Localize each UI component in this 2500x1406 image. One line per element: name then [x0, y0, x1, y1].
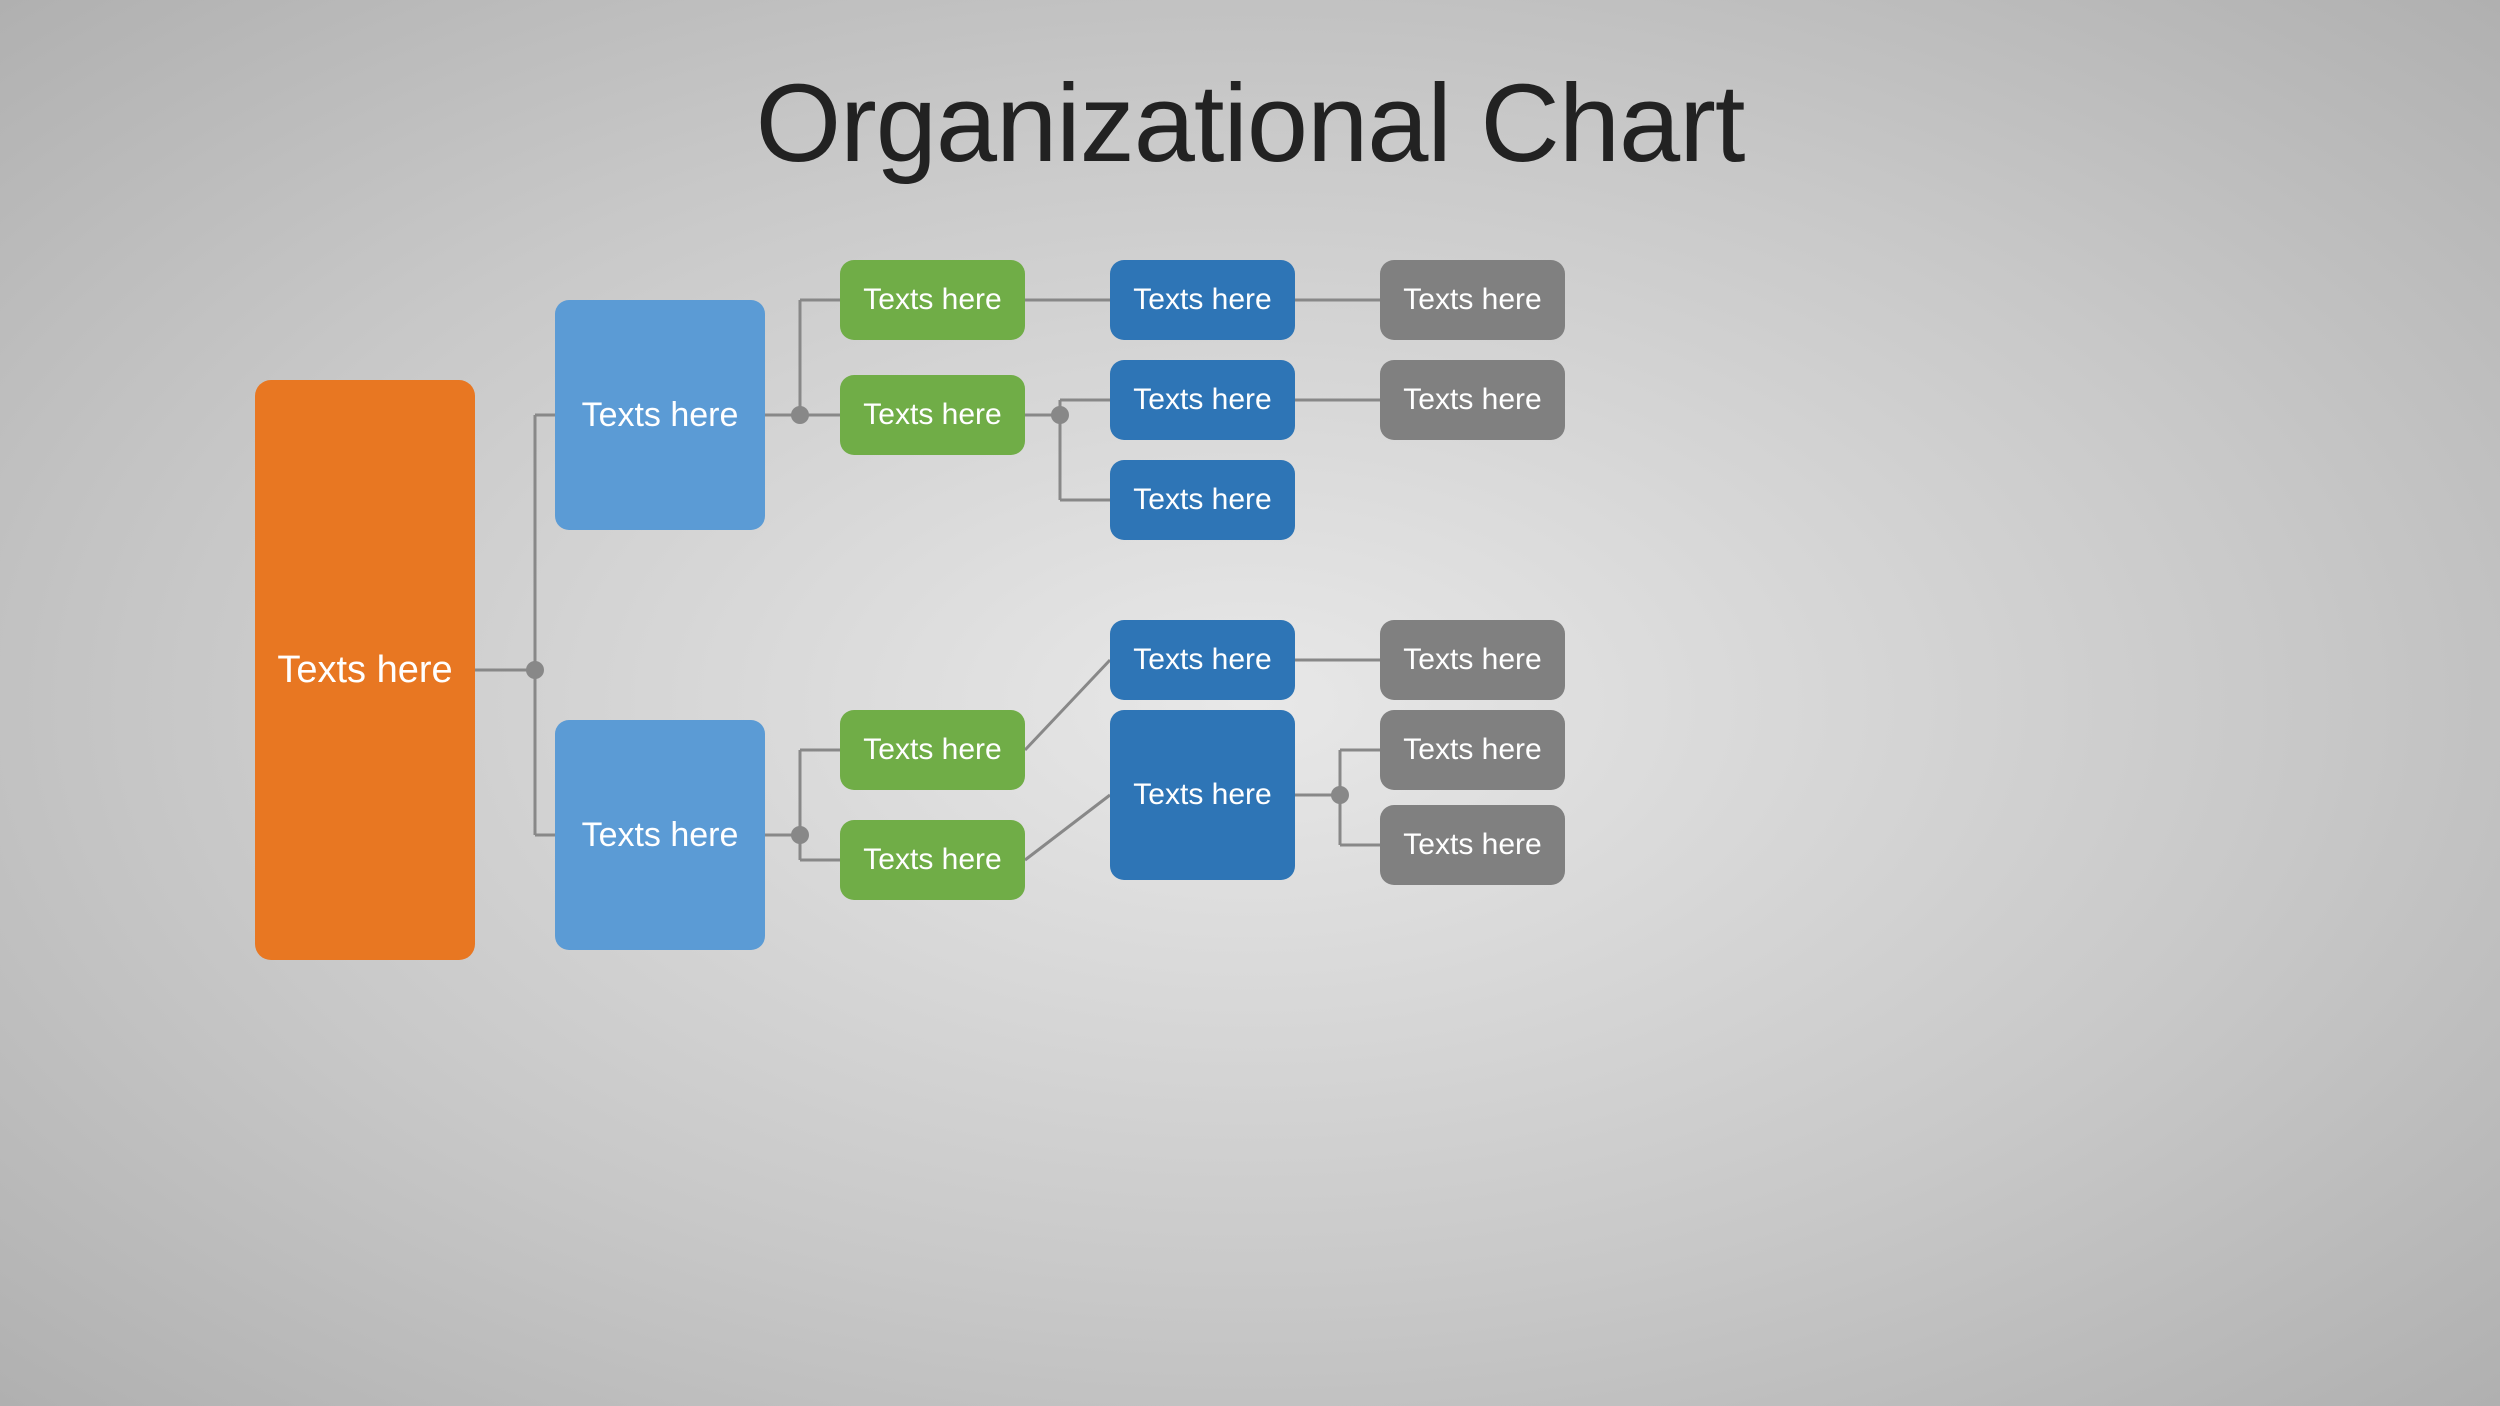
- junction-d5: [1331, 786, 1349, 804]
- node-gr1: Texts here: [1380, 260, 1565, 340]
- node-g1: Texts here: [840, 260, 1025, 340]
- line-g4-d5: [1025, 795, 1110, 860]
- node-b1: Texts here: [555, 300, 765, 530]
- node-gr4: Texts here: [1380, 710, 1565, 790]
- junction-b2: [791, 826, 809, 844]
- node-g1-label: Texts here: [863, 283, 1001, 317]
- node-gr2: Texts here: [1380, 360, 1565, 440]
- node-d5: Texts here: [1110, 710, 1295, 880]
- node-root: Texts here: [255, 380, 475, 960]
- node-d3: Texts here: [1110, 460, 1295, 540]
- junction-g2: [1051, 406, 1069, 424]
- node-g3: Texts here: [840, 710, 1025, 790]
- node-b2: Texts here: [555, 720, 765, 950]
- node-d5-label: Texts here: [1133, 778, 1271, 812]
- node-d4-label: Texts here: [1133, 643, 1271, 677]
- node-g4: Texts here: [840, 820, 1025, 900]
- node-gr1-label: Texts here: [1403, 283, 1541, 317]
- node-d1: Texts here: [1110, 260, 1295, 340]
- node-gr5: Texts here: [1380, 805, 1565, 885]
- org-chart: Texts here Texts here Texts here Texts h…: [100, 230, 2400, 1330]
- node-b1-label: Texts here: [582, 396, 739, 435]
- node-gr4-label: Texts here: [1403, 733, 1541, 767]
- junction-root: [526, 661, 544, 679]
- line-g3-d4: [1025, 660, 1110, 750]
- node-d3-label: Texts here: [1133, 483, 1271, 517]
- node-g4-label: Texts here: [863, 843, 1001, 877]
- node-g2-label: Texts here: [863, 398, 1001, 432]
- node-gr3: Texts here: [1380, 620, 1565, 700]
- junction-b1: [791, 406, 809, 424]
- node-gr2-label: Texts here: [1403, 383, 1541, 417]
- node-d2-label: Texts here: [1133, 383, 1271, 417]
- node-d2: Texts here: [1110, 360, 1295, 440]
- node-b2-label: Texts here: [582, 816, 739, 855]
- node-g3-label: Texts here: [863, 733, 1001, 767]
- node-d1-label: Texts here: [1133, 283, 1271, 317]
- node-g2: Texts here: [840, 375, 1025, 455]
- page-title: Organizational Chart: [0, 0, 2500, 187]
- node-root-label: Texts here: [277, 649, 452, 692]
- node-gr3-label: Texts here: [1403, 643, 1541, 677]
- node-gr5-label: Texts here: [1403, 828, 1541, 862]
- node-d4: Texts here: [1110, 620, 1295, 700]
